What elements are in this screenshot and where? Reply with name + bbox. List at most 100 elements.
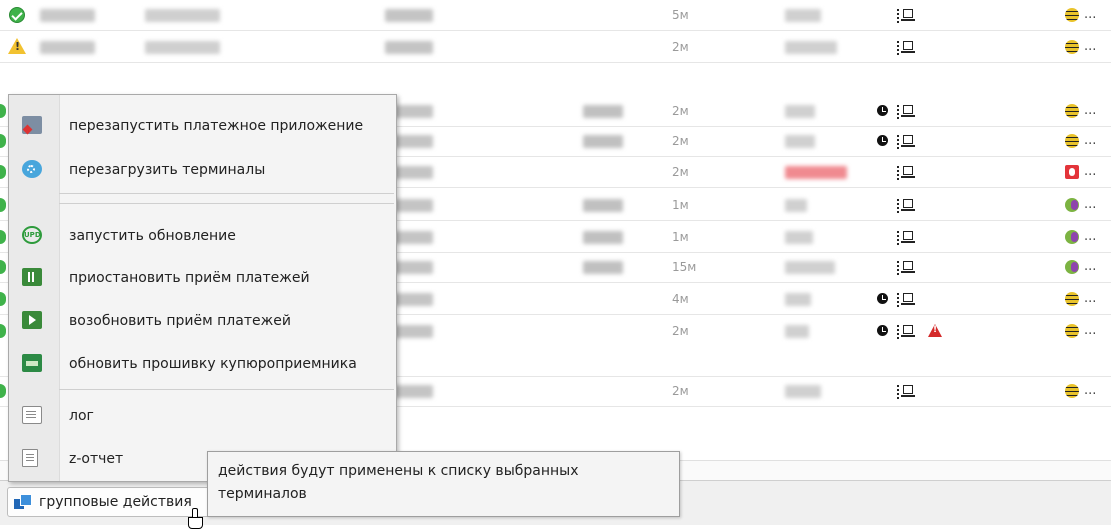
last-activity-age: 15м xyxy=(672,260,697,274)
menu-item-label: запустить обновление xyxy=(69,228,236,244)
terminal-icon xyxy=(897,259,919,275)
last-activity-age: 4м xyxy=(672,292,689,306)
more-ellipsis[interactable]: ... xyxy=(1084,32,1096,62)
update-icon: UPD xyxy=(22,226,42,244)
menu-item-start-update[interactable]: UPD запустить обновление xyxy=(9,217,396,255)
menu-separator xyxy=(59,193,394,194)
status-icon xyxy=(0,324,6,338)
more-ellipsis[interactable]: ... xyxy=(1084,96,1096,126)
more-ellipsis[interactable]: ... xyxy=(1084,284,1096,314)
reload-terminals-icon xyxy=(22,160,42,178)
more-ellipsis[interactable]: ... xyxy=(1084,157,1096,187)
menu-item-update-firmware[interactable]: обновить прошивку купюроприемника xyxy=(9,345,396,383)
menu-item-reload-terminals[interactable]: перезагрузить терминалы xyxy=(9,151,396,189)
menu-item-restart-app[interactable]: перезапустить платежное приложение xyxy=(9,107,396,145)
megafon-operator-icon xyxy=(1065,198,1079,212)
redacted-field xyxy=(583,261,623,274)
last-activity-age: 2м xyxy=(672,165,689,179)
status-icon xyxy=(0,134,6,148)
beeline-operator-icon xyxy=(1065,8,1079,22)
status-icon xyxy=(0,165,6,179)
beeline-operator-icon xyxy=(1065,104,1079,118)
redacted-value xyxy=(785,261,835,274)
pause-payments-icon xyxy=(22,268,42,286)
redacted-field xyxy=(583,105,623,118)
status-warning-icon xyxy=(8,38,26,54)
clock-icon xyxy=(877,293,888,304)
redacted-value xyxy=(785,166,847,179)
terminal-icon xyxy=(897,383,919,399)
context-menu: перезапустить платежное приложение перез… xyxy=(8,94,397,482)
redacted-id xyxy=(40,9,95,22)
more-ellipsis[interactable]: ... xyxy=(1084,0,1096,30)
clock-icon xyxy=(877,325,888,336)
alert-icon xyxy=(928,324,942,337)
redacted-value xyxy=(785,105,815,118)
group-actions-tooltip: действия будут применены к списку выбран… xyxy=(207,451,680,517)
menu-item-label: возобновить приём платежей xyxy=(69,313,291,329)
table-row[interactable]: 5м... xyxy=(0,0,1111,31)
redacted-value xyxy=(785,293,811,306)
terminal-icon xyxy=(897,323,919,339)
status-icon xyxy=(0,104,6,118)
menu-item-pause-payments[interactable]: приостановить приём платежей xyxy=(9,259,396,297)
status-icon xyxy=(0,198,6,212)
log-icon xyxy=(22,406,42,424)
terminal-icon xyxy=(897,164,919,180)
firmware-icon xyxy=(22,354,42,372)
menu-item-resume-payments[interactable]: возобновить приём платежей xyxy=(9,302,396,340)
more-ellipsis[interactable]: ... xyxy=(1084,126,1096,156)
restart-app-icon xyxy=(22,116,42,134)
terminal-icon xyxy=(897,133,919,149)
menu-item-label: лог xyxy=(69,408,94,424)
more-ellipsis[interactable]: ... xyxy=(1084,252,1096,282)
terminal-icon xyxy=(897,197,919,213)
resume-payments-icon xyxy=(22,311,42,329)
last-activity-age: 2м xyxy=(672,384,689,398)
menu-item-label: обновить прошивку купюроприемника xyxy=(69,356,357,372)
menu-item-label: приостановить приём платежей xyxy=(69,270,310,286)
menu-separator xyxy=(59,389,394,390)
clock-icon xyxy=(877,105,888,116)
status-icon xyxy=(0,292,6,306)
redacted-field xyxy=(583,199,623,212)
more-ellipsis[interactable]: ... xyxy=(1084,222,1096,252)
redacted-name xyxy=(145,9,220,22)
status-ok-icon xyxy=(9,7,25,23)
last-activity-age: 1м xyxy=(672,198,689,212)
redacted-value xyxy=(785,385,821,398)
more-ellipsis[interactable]: ... xyxy=(1084,316,1096,346)
beeline-operator-icon xyxy=(1065,384,1079,398)
last-activity-age: 2м xyxy=(672,40,689,54)
beeline-operator-icon xyxy=(1065,292,1079,306)
status-icon xyxy=(0,384,6,398)
redacted-value xyxy=(785,231,813,244)
redacted-value xyxy=(785,9,821,22)
hand-cursor-icon xyxy=(188,508,203,529)
more-ellipsis[interactable]: ... xyxy=(1084,376,1096,406)
redacted-field xyxy=(583,231,623,244)
table-row[interactable]: 2м... xyxy=(0,32,1111,63)
redacted-name xyxy=(145,41,220,54)
group-actions-label: групповые действия xyxy=(39,494,192,510)
redacted-value xyxy=(785,41,837,54)
menu-item-label: z-отчет xyxy=(69,451,124,467)
redacted-address xyxy=(385,9,433,22)
menu-item-log[interactable]: лог xyxy=(9,397,396,435)
report-icon xyxy=(22,449,38,467)
terminal-icon xyxy=(897,103,919,119)
tooltip-text: действия будут применены к списку выбран… xyxy=(218,463,579,502)
beeline-operator-icon xyxy=(1065,40,1079,54)
terminal-icon xyxy=(897,7,919,23)
last-activity-age: 2м xyxy=(672,104,689,118)
redacted-field xyxy=(583,135,623,148)
redacted-value xyxy=(785,199,807,212)
terminal-icon xyxy=(897,39,919,55)
mts-operator-icon xyxy=(1065,165,1079,179)
menu-item-label: перезагрузить терминалы xyxy=(69,162,266,178)
redacted-value xyxy=(785,325,809,338)
group-actions-button[interactable]: групповые действия xyxy=(7,487,233,529)
megafon-operator-icon xyxy=(1065,230,1079,244)
more-ellipsis[interactable]: ... xyxy=(1084,190,1096,220)
last-activity-age: 2м xyxy=(672,134,689,148)
